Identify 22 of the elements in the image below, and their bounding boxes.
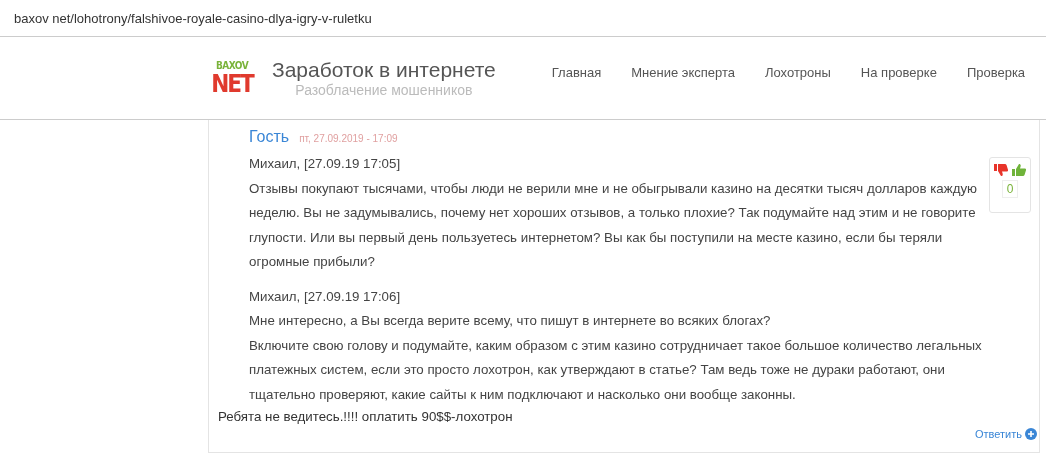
nav-link[interactable]: Главная <box>551 64 602 80</box>
quote-text: Включите свою голову и подумайте, каким образом с этим казино сотрудничает такое большое количество легальных платежных систем, если это просто лохотрон, как утверждают в статье? Там ведь тоже не дураки работают, они тщательно проверяют, какие сайты к ним подключают и насколько они вообще законны. <box>249 336 983 404</box>
quote-text: Отзывы покупают тысячами, чтобы люди не верили мне и не обыгрывали казино на десятки тысяч долларов каждую неделю. Вы не задумывались, почему нет хороших отзывов, а только плохие? Так подумайте над этим и не говорите глупости. Или вы первый день пользуетесь интернетом? Вы как бы поступили на месте казино, если бы теряли огромные прибыли? <box>249 179 979 271</box>
address-url[interactable]: baxov net/lohotrony/falshivoe-royale-casino-dlya-igry-v-ruletku <box>14 10 372 26</box>
nav-link[interactable]: На проверке <box>860 64 937 80</box>
site-title: Заработок в интернете <box>272 58 496 82</box>
vote-count: 0 <box>1001 180 1019 198</box>
quote-author: Михаил, [27.09.19 17:06] <box>249 287 402 306</box>
nav-link[interactable]: Лохотроны <box>765 64 831 80</box>
comment-author[interactable]: Гость <box>249 128 290 146</box>
nav-link[interactable]: Проверка <box>966 64 1026 80</box>
nav-link[interactable]: Мнение эксперта <box>631 64 735 80</box>
plus-icon <box>1025 428 1037 440</box>
comment-date: пт, 27.09.2019 - 17:09 <box>299 133 398 144</box>
site-logo[interactable]: BAXOV NET <box>212 59 252 97</box>
comment-text: Ребята не ведитесь.!!!! оплатить 90$$-лохотрон <box>218 408 514 426</box>
quote-text: Мне интересно, а Вы всегда верите всему, что пишут в интернете во всяких блогах? <box>249 312 772 330</box>
site-subtitle: Разоблачение мошенников <box>295 82 473 98</box>
thumbs-up-icon[interactable] <box>1012 164 1026 176</box>
reply-link[interactable]: Ответить <box>974 428 1037 440</box>
thumbs-down-icon[interactable] <box>994 164 1008 176</box>
quote-author: Михаил, [27.09.19 17:05] <box>249 155 402 173</box>
